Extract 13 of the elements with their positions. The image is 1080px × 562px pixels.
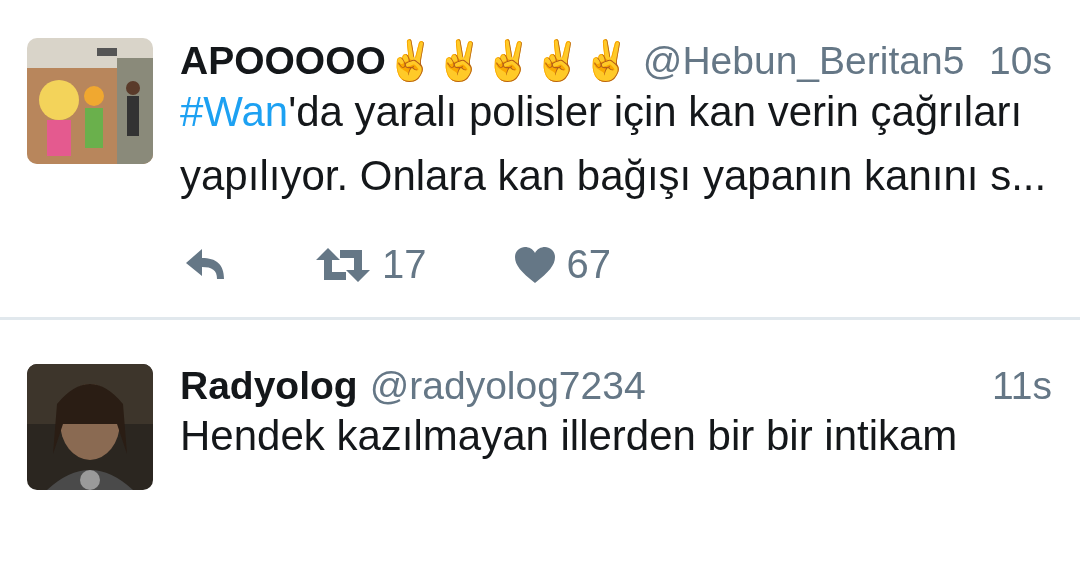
user-name[interactable]: Radyolog [180, 364, 358, 408]
retweet-count: 17 [382, 242, 427, 287]
user-name[interactable]: APOOOOO✌✌✌✌✌ [180, 38, 631, 84]
heart-icon[interactable] [514, 246, 555, 283]
tweet-text: #Wan'da yaralı polisler için kan verin çağrıları yapılıyor. Onlara kan bağışı yapanın kanını s... [180, 87, 1048, 201]
tweet-time: 10s [989, 39, 1052, 83]
user-handle[interactable]: @Hebun_Beritan5 [642, 39, 965, 83]
retweet-icon[interactable] [316, 247, 370, 282]
tweet-time: 11s [992, 364, 1052, 408]
tweet-text: Hendek kazılmayan illerden bir bir intikam [180, 411, 959, 461]
hashtag-link[interactable]: #Wan [180, 88, 289, 135]
like-count: 67 [566, 242, 611, 287]
user-handle[interactable]: @radyolog7234 [369, 364, 646, 408]
